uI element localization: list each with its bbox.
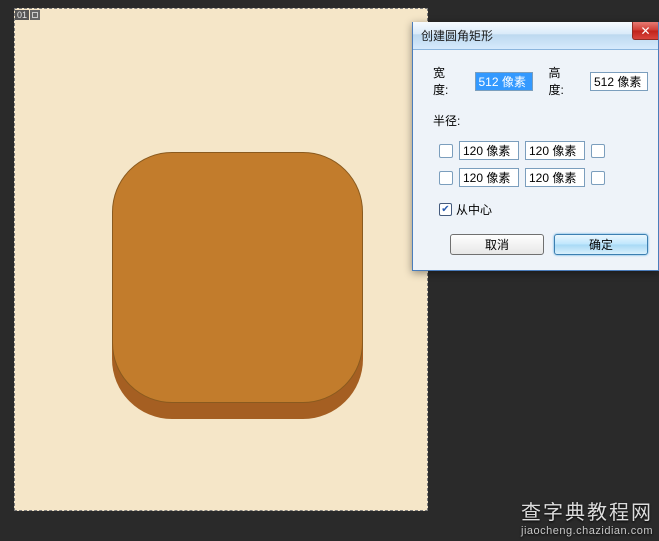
radius-row-bottom [439,168,648,187]
from-center-checkbox[interactable]: ✔ [439,203,452,216]
cancel-button[interactable]: 取消 [450,234,544,255]
dialog-title: 创建圆角矩形 [421,27,493,44]
create-rounded-rect-dialog: 创建圆角矩形 ✕ 宽度: 高度: 半径: [412,22,659,271]
doc-tab-icon [30,10,40,20]
watermark-url: jiaocheng.chazidian.com [521,525,653,537]
link-icon-top-left[interactable] [439,144,453,158]
close-icon: ✕ [640,24,650,38]
rounded-rect-shape[interactable] [112,152,363,403]
link-icon-bottom-left[interactable] [439,171,453,185]
from-center-label: 从中心 [456,201,492,218]
radius-bottom-left-input[interactable] [459,168,519,187]
watermark-title: 查字典教程网 [521,496,653,525]
size-row: 宽度: 高度: [433,64,648,98]
radius-row-top [439,141,648,160]
height-label: 高度: [549,64,571,98]
height-input[interactable] [590,72,648,91]
close-button[interactable]: ✕ [632,22,658,40]
radius-grid [439,141,648,187]
width-label: 宽度: [433,64,455,98]
dialog-titlebar[interactable]: 创建圆角矩形 ✕ [413,22,658,50]
radius-label: 半径: [433,112,648,129]
doc-tab-number: 01 [15,10,29,20]
ok-button[interactable]: 确定 [554,234,648,255]
radius-top-left-input[interactable] [459,141,519,160]
width-input[interactable] [475,72,533,91]
dialog-body: 宽度: 高度: 半径: ✔ 从中心 取消 [413,50,658,265]
link-icon-top-right[interactable] [591,144,605,158]
radius-top-right-input[interactable] [525,141,585,160]
link-icon-bottom-right[interactable] [591,171,605,185]
canvas-area [14,8,428,511]
document-tab-marks: 01 [15,10,40,20]
dialog-button-row: 取消 确定 [433,234,648,255]
radius-bottom-right-input[interactable] [525,168,585,187]
from-center-row: ✔ 从中心 [439,201,648,218]
watermark: 查字典教程网 jiaocheng.chazidian.com [521,496,653,537]
